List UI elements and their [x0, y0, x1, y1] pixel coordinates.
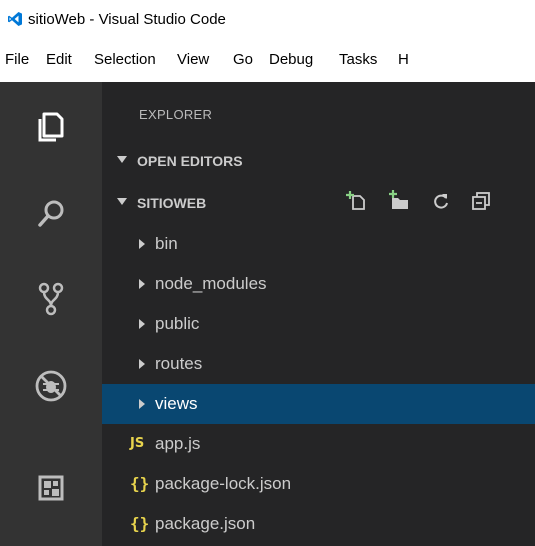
extensions-icon[interactable] — [31, 468, 71, 508]
menu-view[interactable]: View — [177, 51, 209, 69]
open-editors-label: OPEN EDITORS — [137, 153, 243, 169]
folder-views[interactable]: views — [102, 384, 535, 424]
folder-node-modules[interactable]: node_modules — [102, 264, 535, 304]
menu-edit[interactable]: Edit — [46, 51, 72, 69]
folder-label: routes — [155, 354, 203, 373]
project-label: SITIOWEB — [137, 195, 207, 211]
folder-public[interactable]: public — [102, 304, 535, 344]
new-file-icon[interactable] — [345, 189, 369, 213]
folder-label: views — [155, 394, 198, 413]
project-header[interactable]: SITIOWEB — [102, 184, 535, 222]
chevron-down-icon — [117, 198, 127, 205]
javascript-file-icon: JS — [130, 436, 145, 451]
chevron-right-icon — [139, 239, 145, 249]
source-control-icon[interactable] — [31, 278, 71, 318]
menu-tasks[interactable]: Tasks — [339, 51, 377, 69]
folder-routes[interactable]: routes — [102, 344, 535, 384]
search-icon[interactable] — [31, 194, 71, 234]
file-app-js[interactable]: JS app.js — [102, 424, 535, 464]
explorer-icon[interactable] — [31, 106, 71, 146]
file-label: package.json — [155, 514, 256, 533]
folder-label: bin — [155, 234, 178, 253]
menu-file[interactable]: File — [5, 51, 29, 69]
open-editors-header[interactable]: OPEN EDITORS — [102, 142, 535, 180]
activity-bar — [0, 82, 102, 546]
menu-selection[interactable]: Selection — [94, 51, 156, 69]
chevron-right-icon — [139, 279, 145, 289]
file-label: app.js — [155, 434, 201, 453]
menu-help[interactable]: H — [398, 51, 409, 69]
menu-debug[interactable]: Debug — [269, 51, 313, 69]
vscode-logo-icon — [8, 12, 22, 26]
chevron-right-icon — [139, 359, 145, 369]
file-package-json[interactable]: {} package.json — [102, 504, 535, 544]
json-file-icon: {} — [130, 514, 150, 533]
file-package-lock-json[interactable]: {} package-lock.json — [102, 464, 535, 504]
folder-label: node_modules — [155, 274, 267, 293]
file-label: package-lock.json — [155, 474, 292, 493]
chevron-right-icon — [139, 399, 145, 409]
window-title: sitioWeb - Visual Studio Code — [28, 11, 226, 28]
explorer-title: EXPLORER — [139, 107, 213, 122]
menu-bar: File Edit Selection View Go Debug Tasks … — [0, 42, 535, 78]
explorer-sidebar: EXPLORER OPEN EDITORS SITIOWEB bin node_… — [102, 82, 535, 546]
folder-label: public — [155, 314, 200, 333]
refresh-icon[interactable] — [429, 189, 453, 213]
chevron-right-icon — [139, 319, 145, 329]
debug-icon[interactable] — [31, 366, 71, 406]
json-file-icon: {} — [130, 474, 150, 493]
new-folder-icon[interactable] — [387, 189, 411, 213]
menu-go[interactable]: Go — [233, 51, 253, 69]
chevron-down-icon — [117, 156, 127, 163]
collapse-all-icon[interactable] — [469, 189, 493, 213]
folder-bin[interactable]: bin — [102, 224, 535, 264]
title-bar: sitioWeb - Visual Studio Code — [0, 0, 535, 40]
